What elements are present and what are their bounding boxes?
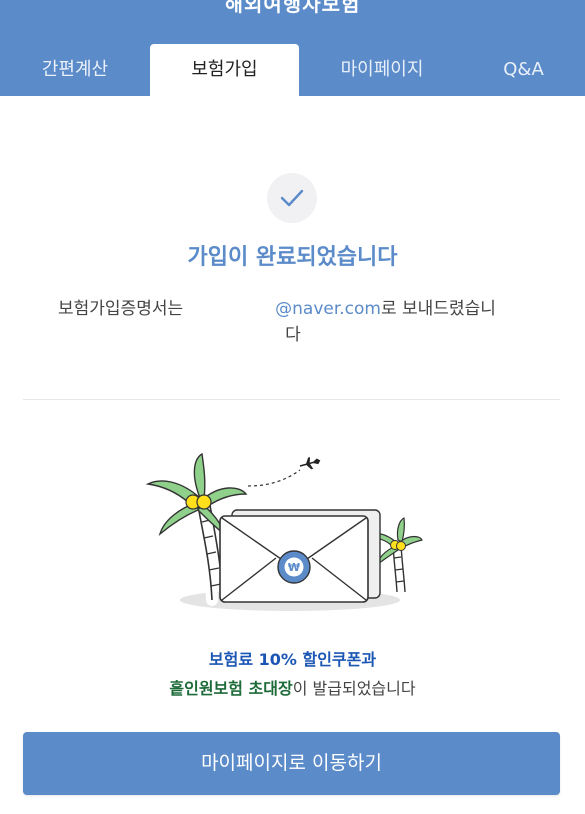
won-coupon-icon: ₩ — [277, 550, 311, 584]
flight-path — [247, 469, 301, 487]
svg-text:₩: ₩ — [288, 561, 300, 574]
certificate-message: 보험가입증명서는 @naver.com로 보내드렸습니 다 — [58, 296, 538, 348]
coupon-line1: 보험료 10% 할인쿠폰과 — [208, 650, 377, 669]
check-icon — [267, 173, 317, 223]
tab-simple-calc[interactable]: 간편계산 — [0, 44, 150, 96]
coupon-message: 보험료 10% 할인쿠폰과 흩인원보험 초대장이 발급되었습니다 — [0, 645, 585, 703]
app-header: 해외여행자보험 간편계산 보험가입 마이페이지 Q&A — [0, 0, 585, 96]
coupon-illustration: ₩ — [145, 452, 423, 611]
tab-join-insurance[interactable]: 보험가입 — [150, 44, 299, 96]
coupon-highlight: 흩인원보험 초대장 — [169, 679, 293, 698]
completion-title: 가입이 완료되었습니다 — [187, 245, 398, 270]
email-domain: @naver.com — [275, 299, 381, 319]
tab-qna[interactable]: Q&A — [462, 44, 585, 96]
tab-my-page[interactable]: 마이페이지 — [308, 44, 456, 96]
coupon-line2-rest: 이 발급되었습니다 — [292, 679, 416, 698]
airplane-icon — [299, 457, 321, 470]
cert-suffix: 로 보내드렸습니 — [380, 299, 496, 319]
section-divider — [23, 399, 560, 400]
go-to-mypage-button[interactable]: 마이페이지로 이동하기 — [23, 732, 560, 795]
cert-suffix-line2: 다 — [285, 325, 301, 345]
app-title: 해외여행자보험 — [224, 0, 361, 16]
cert-prefix: 보험가입증명서는 — [58, 299, 184, 319]
